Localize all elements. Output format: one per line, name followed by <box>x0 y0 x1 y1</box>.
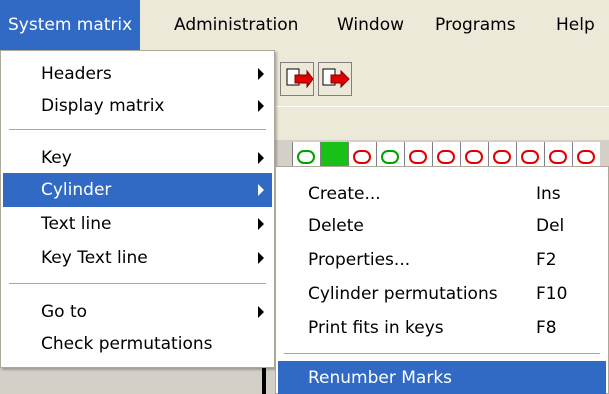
menu-item-label: Renumber Marks <box>308 368 453 388</box>
menu-item-label: Delete <box>308 216 364 236</box>
submenu-arrow-icon <box>258 252 264 264</box>
menu-system-matrix[interactable]: System matrix <box>0 0 141 50</box>
mark-icon <box>521 150 539 164</box>
mark-icon <box>381 150 399 164</box>
menu-item-delete[interactable]: Delete Del <box>278 209 606 243</box>
submenu-arrow-icon <box>258 68 264 80</box>
menu-item-label: Go to <box>41 302 88 322</box>
menu-item-label: Cylinder permutations <box>308 284 498 304</box>
mark-icon <box>549 150 567 164</box>
menu-item-cylinder-permutations[interactable]: Cylinder permutations F10 <box>278 277 606 311</box>
menu-item-text-line[interactable]: Text line <box>3 207 272 241</box>
menu-item-label: Key Text line <box>41 248 148 268</box>
shortcut-label: F8 <box>536 318 557 338</box>
menu-programs[interactable]: Programs <box>427 0 524 50</box>
mark-icon <box>493 150 511 164</box>
submenu-arrow-icon <box>258 184 264 196</box>
mark-icon <box>577 150 595 164</box>
menu-administration[interactable]: Administration <box>166 0 306 50</box>
shortcut-label: F10 <box>536 284 568 304</box>
mark-icon <box>465 150 483 164</box>
shortcut-label: Ins <box>536 184 561 204</box>
menu-item-go-to[interactable]: Go to <box>3 295 272 329</box>
menu-item-headers[interactable]: Headers <box>3 57 272 91</box>
menu-item-label: Headers <box>41 64 112 84</box>
menu-separator <box>284 353 600 355</box>
menu-item-label: Create... <box>308 184 381 204</box>
submenu-arrow-icon <box>258 218 264 230</box>
menu-item-key[interactable]: Key <box>3 141 272 175</box>
import-icon <box>322 68 350 89</box>
menu-item-display-matrix[interactable]: Display matrix <box>3 89 272 123</box>
menu-item-create[interactable]: Create... Ins <box>278 177 606 211</box>
mark-icon <box>297 150 315 164</box>
system-matrix-menu: Headers Display matrix Key Cylinder Text… <box>0 50 275 368</box>
application-window: System matrix Administration Window Prog… <box>0 0 609 394</box>
menu-help[interactable]: Help <box>548 0 603 50</box>
menu-item-label: Display matrix <box>41 96 165 116</box>
mark-icon <box>437 150 455 164</box>
mark-icon <box>353 150 371 164</box>
export-icon <box>286 68 314 89</box>
menu-item-key-text-line[interactable]: Key Text line <box>3 241 272 275</box>
menu-window[interactable]: Window <box>329 0 412 50</box>
submenu-arrow-icon <box>258 306 264 318</box>
menu-item-print-fits-in-keys[interactable]: Print fits in keys F8 <box>278 311 606 345</box>
menu-separator <box>9 129 266 131</box>
menu-item-label: Properties... <box>308 250 411 270</box>
import-button[interactable] <box>318 62 352 96</box>
shortcut-label: Del <box>536 216 565 236</box>
menu-item-check-permutations[interactable]: Check permutations <box>3 327 272 361</box>
menu-item-label: Print fits in keys <box>308 318 444 338</box>
cylinder-submenu: Create... Ins Delete Del Properties... F… <box>275 166 609 394</box>
menu-bar: System matrix Administration Window Prog… <box>0 0 609 50</box>
mark-icon <box>409 150 427 164</box>
menu-item-label: Text line <box>41 214 112 234</box>
export-button[interactable] <box>280 62 314 96</box>
menu-item-label: Check permutations <box>41 334 213 354</box>
menu-item-renumber-marks[interactable]: Renumber Marks <box>278 361 606 394</box>
submenu-arrow-icon <box>258 152 264 164</box>
menu-item-properties[interactable]: Properties... F2 <box>278 243 606 277</box>
menu-item-cylinder[interactable]: Cylinder <box>3 173 272 207</box>
submenu-arrow-icon <box>258 100 264 112</box>
shortcut-label: F2 <box>536 250 557 270</box>
menu-item-label: Cylinder <box>41 180 112 200</box>
menu-item-label: Key <box>41 148 72 168</box>
menu-separator <box>9 283 266 285</box>
